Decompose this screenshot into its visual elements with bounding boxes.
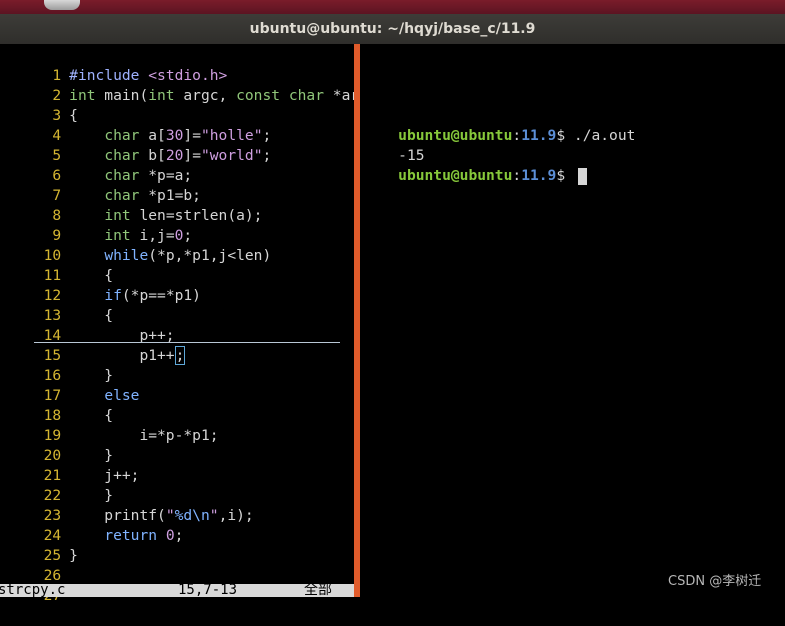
code-line[interactable]: 16 } bbox=[0, 346, 354, 384]
code-line[interactable]: 7 char *p1=b; bbox=[0, 166, 354, 204]
prompt-user: ubuntu@ubuntu bbox=[398, 167, 513, 184]
trash-icon[interactable] bbox=[44, 0, 80, 10]
code-line[interactable]: 22 } bbox=[0, 466, 354, 504]
status-cursor-position: 15,7-13 bbox=[178, 584, 238, 597]
terminal-cursor bbox=[577, 167, 587, 185]
code-line[interactable]: 25} bbox=[0, 526, 354, 564]
window-titlebar[interactable]: ubuntu@ubuntu: ~/hqyj/base_c/11.9 bbox=[0, 14, 785, 44]
cursorline-underline bbox=[34, 342, 340, 343]
prompt-separator: : bbox=[512, 167, 522, 184]
terminal-pane[interactable]: ubuntu@ubuntu:11.9$ ./a.out -15 ubuntu@u… bbox=[360, 44, 785, 597]
code-line[interactable]: 17 else bbox=[0, 366, 354, 404]
window-title: ubuntu@ubuntu: ~/hqyj/base_c/11.9 bbox=[249, 21, 536, 37]
code-line[interactable]: 8 int len=strlen(a); bbox=[0, 186, 354, 224]
code-line[interactable]: 10 while(*p,*p1,j<len) bbox=[0, 226, 354, 264]
code-line[interactable]: 18 { bbox=[0, 386, 354, 424]
code-line[interactable]: 26 bbox=[0, 546, 354, 584]
code-line[interactable]: 9 int i,j=0; bbox=[0, 206, 354, 244]
vim-editor-pane[interactable]: 1 #include <stdio.h> 2 int main(int argc, … bbox=[0, 44, 368, 604]
code-line[interactable]: 3{ bbox=[0, 86, 354, 124]
code-line[interactable]: 14 p++; bbox=[0, 306, 354, 344]
code-line[interactable]: 20 } bbox=[0, 426, 354, 464]
code-line[interactable]: 13 { bbox=[0, 286, 354, 324]
terminal-line: -15 bbox=[363, 126, 424, 164]
code-line[interactable]: 11 { bbox=[0, 246, 354, 284]
code-line[interactable]: 21 j++; bbox=[0, 446, 354, 484]
code-line[interactable]: 27 bbox=[0, 566, 354, 604]
status-scroll-percent: 全部 bbox=[304, 584, 332, 597]
code-line[interactable]: 23 printf("%d\n",i); bbox=[0, 486, 354, 524]
status-filename: strcpy.c bbox=[0, 584, 66, 597]
code-line[interactable]: 2 int main(int argc, const char *arg bbox=[0, 66, 368, 104]
code-line[interactable]: 1 #include <stdio.h> bbox=[0, 46, 354, 84]
code-line[interactable]: 12 if(*p==*p1) bbox=[0, 266, 354, 304]
prompt-dir: 11.9 bbox=[521, 167, 557, 184]
code-line[interactable]: 4 char a[30]="holle"; bbox=[0, 106, 354, 144]
prompt-dollar: $ bbox=[556, 167, 574, 184]
desktop-background bbox=[0, 0, 785, 14]
code-line[interactable]: 24 return 0; bbox=[0, 506, 354, 544]
prompt-dir: 11.9 bbox=[521, 127, 557, 144]
command-text: $ ./a.out bbox=[556, 127, 636, 144]
prompt-separator: : bbox=[512, 127, 522, 144]
terminal-line[interactable]: ubuntu@ubuntu:11.9$ bbox=[363, 146, 587, 185]
code-line[interactable]: 6 char *p=a; bbox=[0, 146, 354, 184]
watermark: CSDN @李树迁 bbox=[668, 574, 762, 589]
code-line-current[interactable]: 15 p1++; bbox=[0, 326, 354, 365]
vim-statusline: strcpy.c 15,7-13 全部 bbox=[0, 584, 354, 597]
code-line[interactable]: 19 i=*p-*p1; bbox=[0, 406, 354, 444]
code-line[interactable]: 5 char b[20]="world"; bbox=[0, 126, 354, 164]
terminal-line: ubuntu@ubuntu:11.9$ ./a.out bbox=[363, 106, 635, 144]
